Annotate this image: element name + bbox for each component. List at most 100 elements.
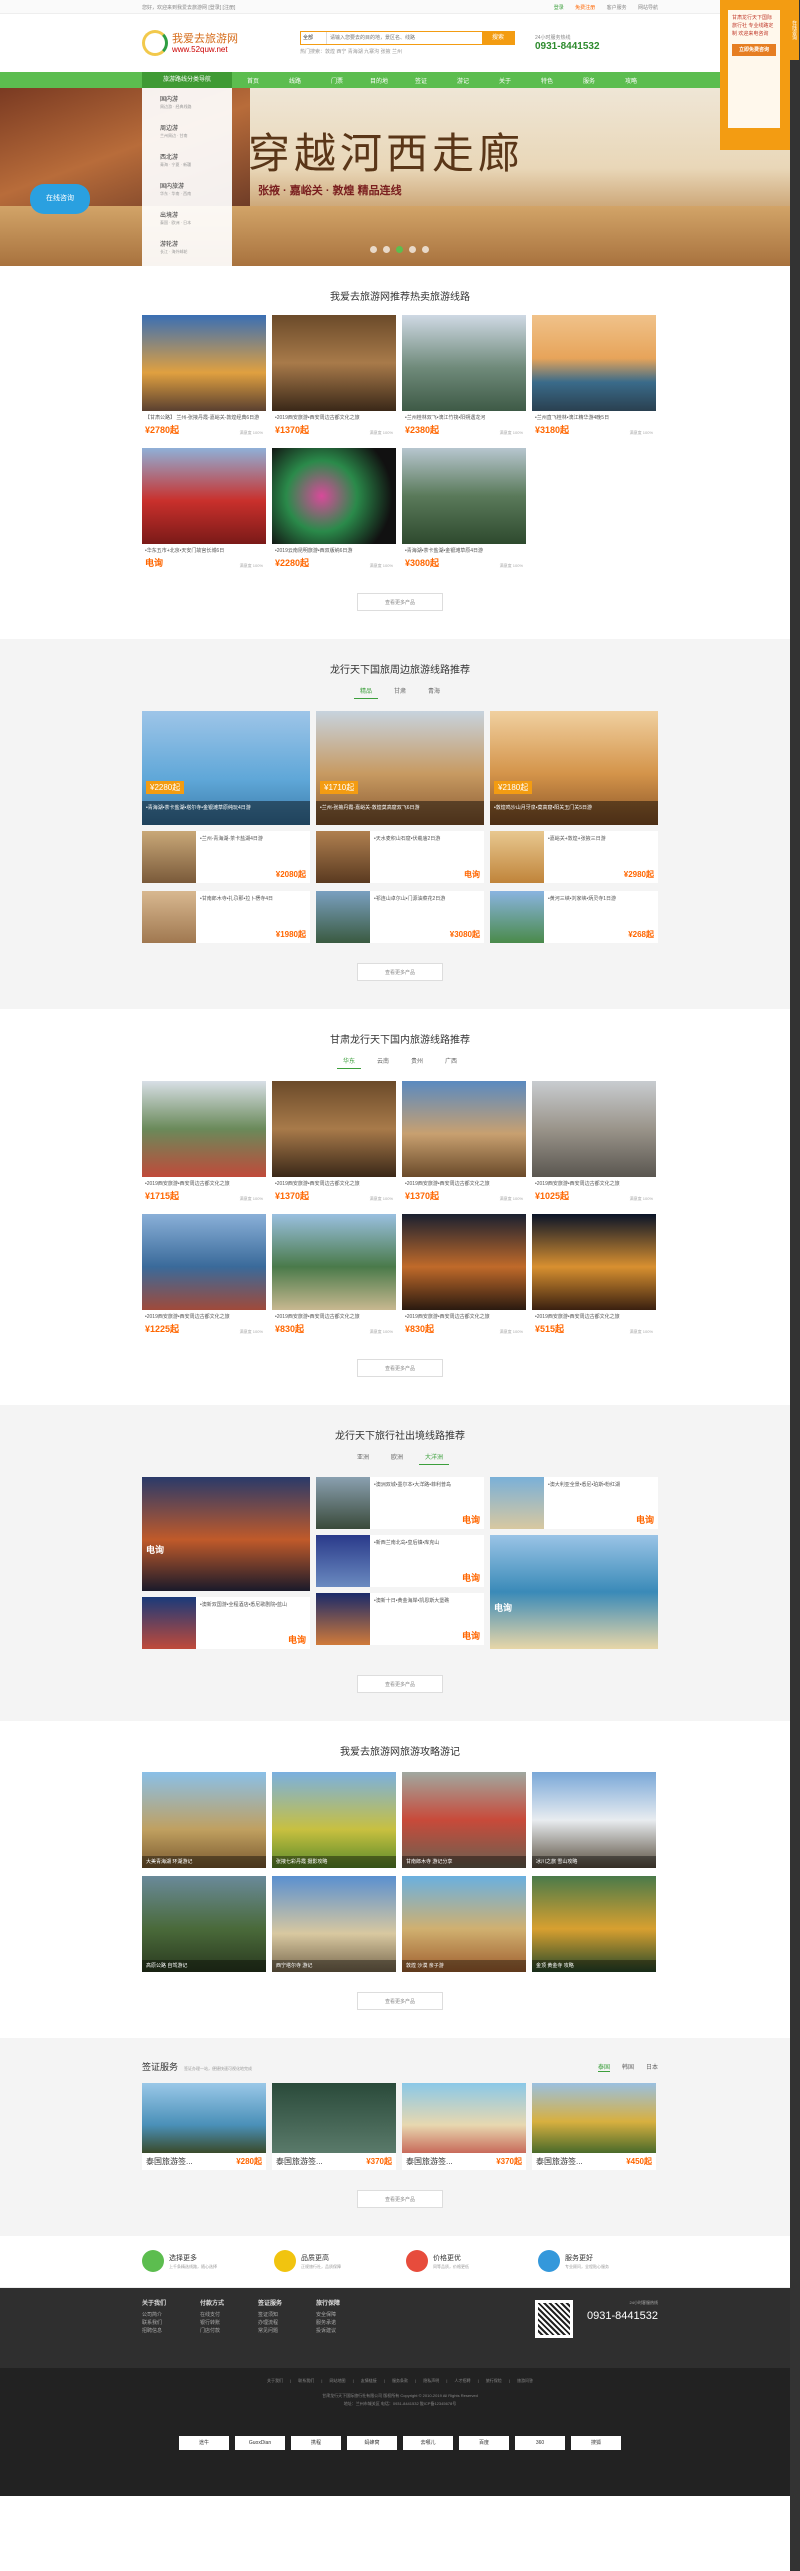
tab-guizhou[interactable]: 贵州 [405,1056,429,1069]
partner-logo[interactable]: 携程 [291,2436,341,2450]
more-products-button[interactable]: 查看更多产品 [357,2190,443,2208]
category-item[interactable]: 西北游 青海 · 宁夏 · 新疆 [142,146,232,175]
search-button[interactable]: 搜索 [482,32,514,44]
outbound-route[interactable]: •澳新双国游•全程酒店•悉尼歌剧院•蓝山 电询 [142,1597,310,1649]
route-card[interactable]: •兰州直飞桂林•漓江精华游4晚5日 ¥3180起 满意度 100% [532,315,656,440]
travelogue-card[interactable]: 敦煌 沙漠 亲子游 [402,1876,526,1972]
mini-route[interactable]: •黄河三峡•刘家峡•炳灵寺1日游 ¥268起 [490,891,658,943]
tab-korea[interactable]: 韩国 [622,2065,634,2071]
footer-link[interactable]: 办理流程 [258,2319,316,2327]
tab-gansu[interactable]: 甘肃 [388,686,412,699]
footer-link[interactable]: 签证须知 [258,2311,316,2319]
route-card[interactable]: •2019云南昆明旅游•西双版纳6日游 ¥2280起 满意度 100% [272,448,396,573]
carousel-dot[interactable] [409,246,416,253]
partner-logo[interactable]: 途牛 [179,2436,229,2450]
tab-thailand[interactable]: 泰国 [598,2065,611,2072]
outbound-route[interactable]: •澳洲双城•墨尔本•大洋路•菲利普岛 电询 [316,1477,484,1529]
partner-logo[interactable]: 360 [515,2436,565,2450]
footer-link[interactable]: 投诉建议 [316,2327,374,2335]
route-card[interactable]: •2019西安旅游•西安周边古都文化之旅 ¥1370起 满意度 100% [402,1081,526,1206]
travelogue-card[interactable]: 大美青海湖 环湖游记 [142,1772,266,1868]
route-card[interactable]: •2019西安旅游•西安周边古都文化之旅 ¥830起 满意度 100% [402,1214,526,1339]
travelogue-card[interactable]: 高原公路 自驾游记 [142,1876,266,1972]
more-products-button[interactable]: 查看更多产品 [357,1992,443,2010]
category-item[interactable]: 出境游 泰国 · 欧洲 · 日本 [142,204,232,233]
category-item[interactable]: 国内游 周边游 · 经典线路 [142,88,232,117]
featured-route[interactable]: ¥2280起 •青海湖•茶卡盐湖•塔尔寺•金银滩草原纯玩4日游 [142,711,310,825]
outbound-route[interactable]: •澳新十日•黄金海岸•凯恩斯大堡礁 电询 [316,1593,484,1645]
tab-japan[interactable]: 日本 [646,2065,658,2071]
route-card[interactable]: 【甘肃公路】 兰州-张掖丹霞-嘉峪关-敦煌经典6日游 ¥2780起 满意度 100% [142,315,266,440]
route-card[interactable]: •青海湖•茶卡盐湖•金银滩草原4日游 ¥3080起 满意度 100% [402,448,526,573]
partner-logo[interactable]: 蚂蜂窝 [347,2436,397,2450]
tab-east-china[interactable]: 华东 [336,1056,361,1069]
nav-item-visa[interactable]: 签证 [400,76,442,85]
partner-logo[interactable]: 去哪儿 [403,2436,453,2450]
visa-card[interactable]: 泰国旅游签... ¥280起 [142,2083,266,2170]
visa-card[interactable]: 泰国旅游签... ¥450起 [532,2083,656,2170]
outbound-route[interactable]: •澳大利亚全景•悉尼•珀斯•粉红湖 电询 [490,1477,658,1529]
service-link[interactable]: 客户服务 [607,5,627,11]
category-item[interactable]: 周边游 兰州周边 · 甘南 [142,117,232,146]
nav-item-destinations[interactable]: 目的地 [358,76,400,85]
carousel-dot[interactable] [383,246,390,253]
travelogue-card[interactable]: 西宁塔尔寺 游记 [272,1876,396,1972]
footer-link[interactable]: 服务承诺 [316,2319,374,2327]
category-item[interactable]: 国内旅游 华东 · 华南 · 西南 [142,175,232,204]
route-card[interactable]: •兰州桂林双飞•漓江竹筏•阳朔遇龙河 ¥2380起 满意度 100% [402,315,526,440]
mini-route[interactable]: •祁连山卓尔山•门源油菜花2日游 ¥3080起 [316,891,484,943]
route-card[interactable]: •2019西安旅游•西安周边古都文化之旅 ¥1715起 满意度 100% [142,1081,266,1206]
bottom-links[interactable]: 关于我们 | 联系我们 | 网站地图 | 友情链接 | 服务条款 | 隐私声明 … [0,2368,800,2384]
featured-route[interactable]: ¥1710起 •兰州-张掖丹霞-嘉峪关-敦煌莫高窟双飞6日游 [316,711,484,825]
outbound-route[interactable]: •新西兰南北岛•皇后镇•库克山 电询 [316,1535,484,1587]
nav-item-home[interactable]: 首页 [232,76,274,85]
route-card[interactable]: •华东五市+北京•天安门故宫长城6日 电询 满意度 100% [142,448,266,573]
search-type-select[interactable]: 全部 [301,32,327,44]
site-logo[interactable]: 我爱去旅游网 www.52quw.net [142,23,262,63]
nav-item-routes[interactable]: 线路 [274,76,316,85]
partner-logo[interactable]: 百度 [459,2436,509,2450]
footer-link[interactable]: 联系我们 [142,2319,200,2327]
nav-item-travelogue[interactable]: 游记 [442,76,484,85]
carousel-dot[interactable] [422,246,429,253]
sitemap-link[interactable]: 网站导航 [638,5,658,11]
visa-card[interactable]: 泰国旅游签... ¥370起 [272,2083,396,2170]
tab-guangxi[interactable]: 广西 [439,1056,463,1069]
nav-item-tickets[interactable]: 门票 [316,76,358,85]
footer-link[interactable]: 招聘信息 [142,2327,200,2335]
travelogue-card[interactable]: 张掖七彩丹霞 摄影攻略 [272,1772,396,1868]
category-item[interactable]: 游轮游 长江 · 海外邮轮 [142,233,232,262]
route-card[interactable]: •2019西安旅游•西安周边古都文化之旅 ¥1370起 满意度 100% [272,1081,396,1206]
login-link[interactable]: 登录 [554,5,564,11]
tab-oceania[interactable]: 大洋洲 [419,1452,450,1465]
tab-qinghai[interactable]: 青海 [422,686,446,699]
footer-link[interactable]: 常见问题 [258,2327,316,2335]
mini-route[interactable]: •甘南郎木寺•扎尕那•拉卜楞寺4日 ¥1980起 [142,891,310,943]
route-card[interactable]: •2019西安旅游•西安周边古都文化之旅 ¥1370起 满意度 100% [272,315,396,440]
footer-link[interactable]: 在线支付 [200,2311,258,2319]
register-link[interactable]: 免费注册 [575,5,595,11]
route-card[interactable]: •2019西安旅游•西安周边古都文化之旅 ¥830起 满意度 100% [272,1214,396,1339]
outbound-featured[interactable]: 电询 [142,1477,310,1591]
more-products-button[interactable]: 查看更多产品 [357,1675,443,1693]
footer-link[interactable]: 公司简介 [142,2311,200,2319]
travelogue-card[interactable]: 金顶 黄金寺 攻略 [532,1876,656,1972]
search-input[interactable] [327,32,482,44]
category-nav[interactable]: 旅游路线分类导航 [142,72,232,88]
route-card[interactable]: •2019西安旅游•西安周边古都文化之旅 ¥1025起 满意度 100% [532,1081,656,1206]
route-card[interactable]: •2019西安旅游•西安周边古都文化之旅 ¥515起 满意度 100% [532,1214,656,1339]
partner-logo[interactable]: GuoxDian [235,2436,285,2450]
partner-logo[interactable]: 搜狐 [571,2436,621,2450]
carousel-dot-active[interactable] [396,246,403,253]
nav-item-guide[interactable]: 攻略 [610,76,652,85]
footer-link[interactable]: 银行转账 [200,2319,258,2327]
carousel-dot[interactable] [370,246,377,253]
tab-asia[interactable]: 亚洲 [351,1452,375,1465]
more-products-button[interactable]: 查看更多产品 [357,593,443,611]
footer-link[interactable]: 安全保障 [316,2311,374,2319]
travelogue-card[interactable]: 甘南郎木寺 游记分享 [402,1772,526,1868]
hero-banner[interactable]: 穿越河西走廊 张掖 · 嘉峪关 · 敦煌 精品连线 国内游 周边游 · 经典线路 … [0,88,800,266]
online-consult-button[interactable]: 在线咨询 [30,184,90,214]
mini-route[interactable]: •兰州-青海湖-茶卡盐湖4日游 ¥2080起 [142,831,310,883]
outbound-featured[interactable]: 电询 [490,1535,658,1649]
